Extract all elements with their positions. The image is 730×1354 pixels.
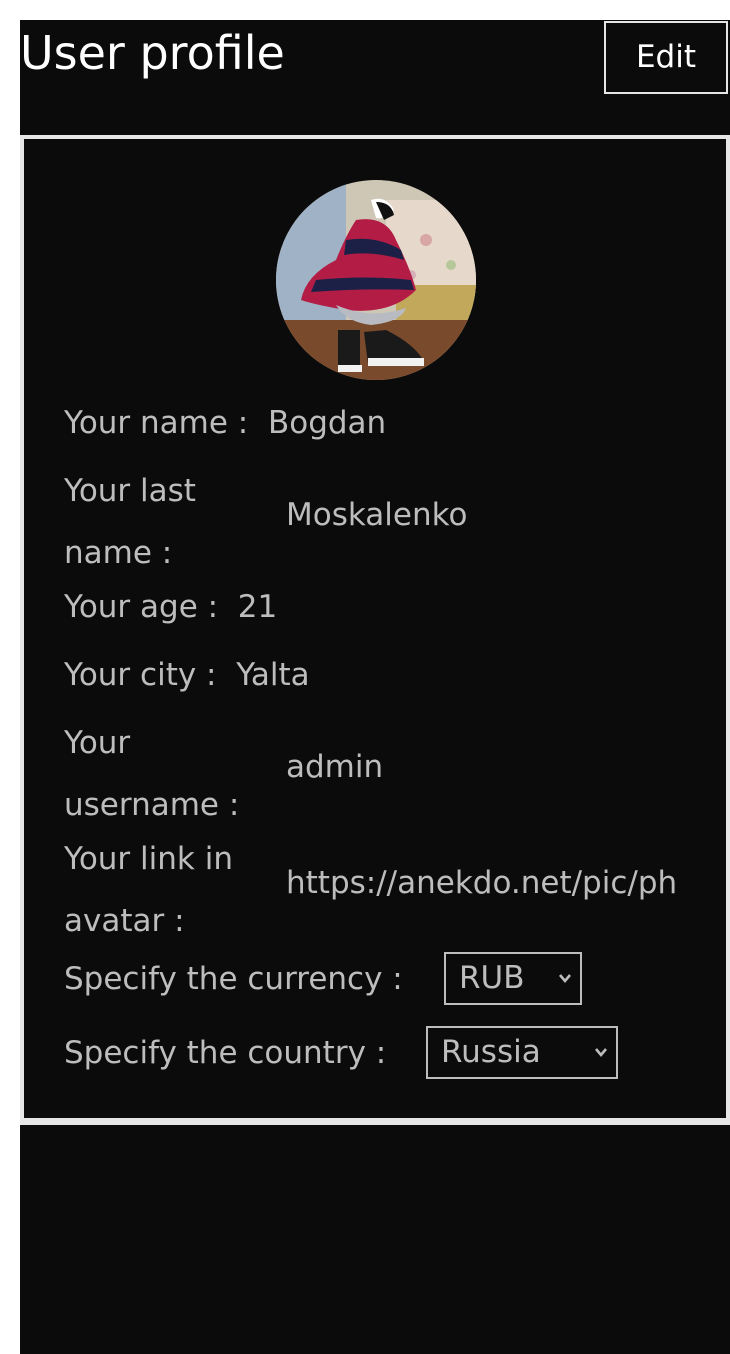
city-row: Your city : Yalta [64,651,310,699]
city-label: Your city : [64,657,217,693]
last-name-value: Moskalenko [286,497,468,533]
age-label: Your age : [64,589,219,625]
country-label: Specify the country : [64,1035,387,1071]
name-label: Your name : [64,405,249,441]
divider [20,1122,730,1125]
name-row: Your name : Bogdan [64,399,386,447]
currency-select[interactable]: RUB [444,952,582,1005]
currency-selected: RUB [459,960,525,996]
currency-label: Specify the currency : [64,961,403,997]
last-name-label: Your last name : [64,473,196,571]
header: User profile Edit [20,20,730,135]
city-value: Yalta [236,657,310,693]
country-select[interactable]: Russia [426,1026,618,1079]
chevron-down-icon [595,1048,607,1058]
age-value: 21 [237,589,278,625]
chevron-down-icon [559,974,571,984]
country-selected: Russia [441,1034,541,1070]
avatar-link-value: https://anekdo.net/pic/ph [286,865,678,901]
avatar-image [276,180,476,380]
avatar [276,180,476,380]
username-label: Your username : [64,725,240,823]
edit-button[interactable]: Edit [604,21,728,94]
name-value: Bogdan [267,405,387,441]
avatar-link-label: Your link in avatar : [64,841,233,939]
page-title: User profile [20,26,285,80]
username-value: admin [286,749,384,785]
age-row: Your age : 21 [64,583,277,631]
